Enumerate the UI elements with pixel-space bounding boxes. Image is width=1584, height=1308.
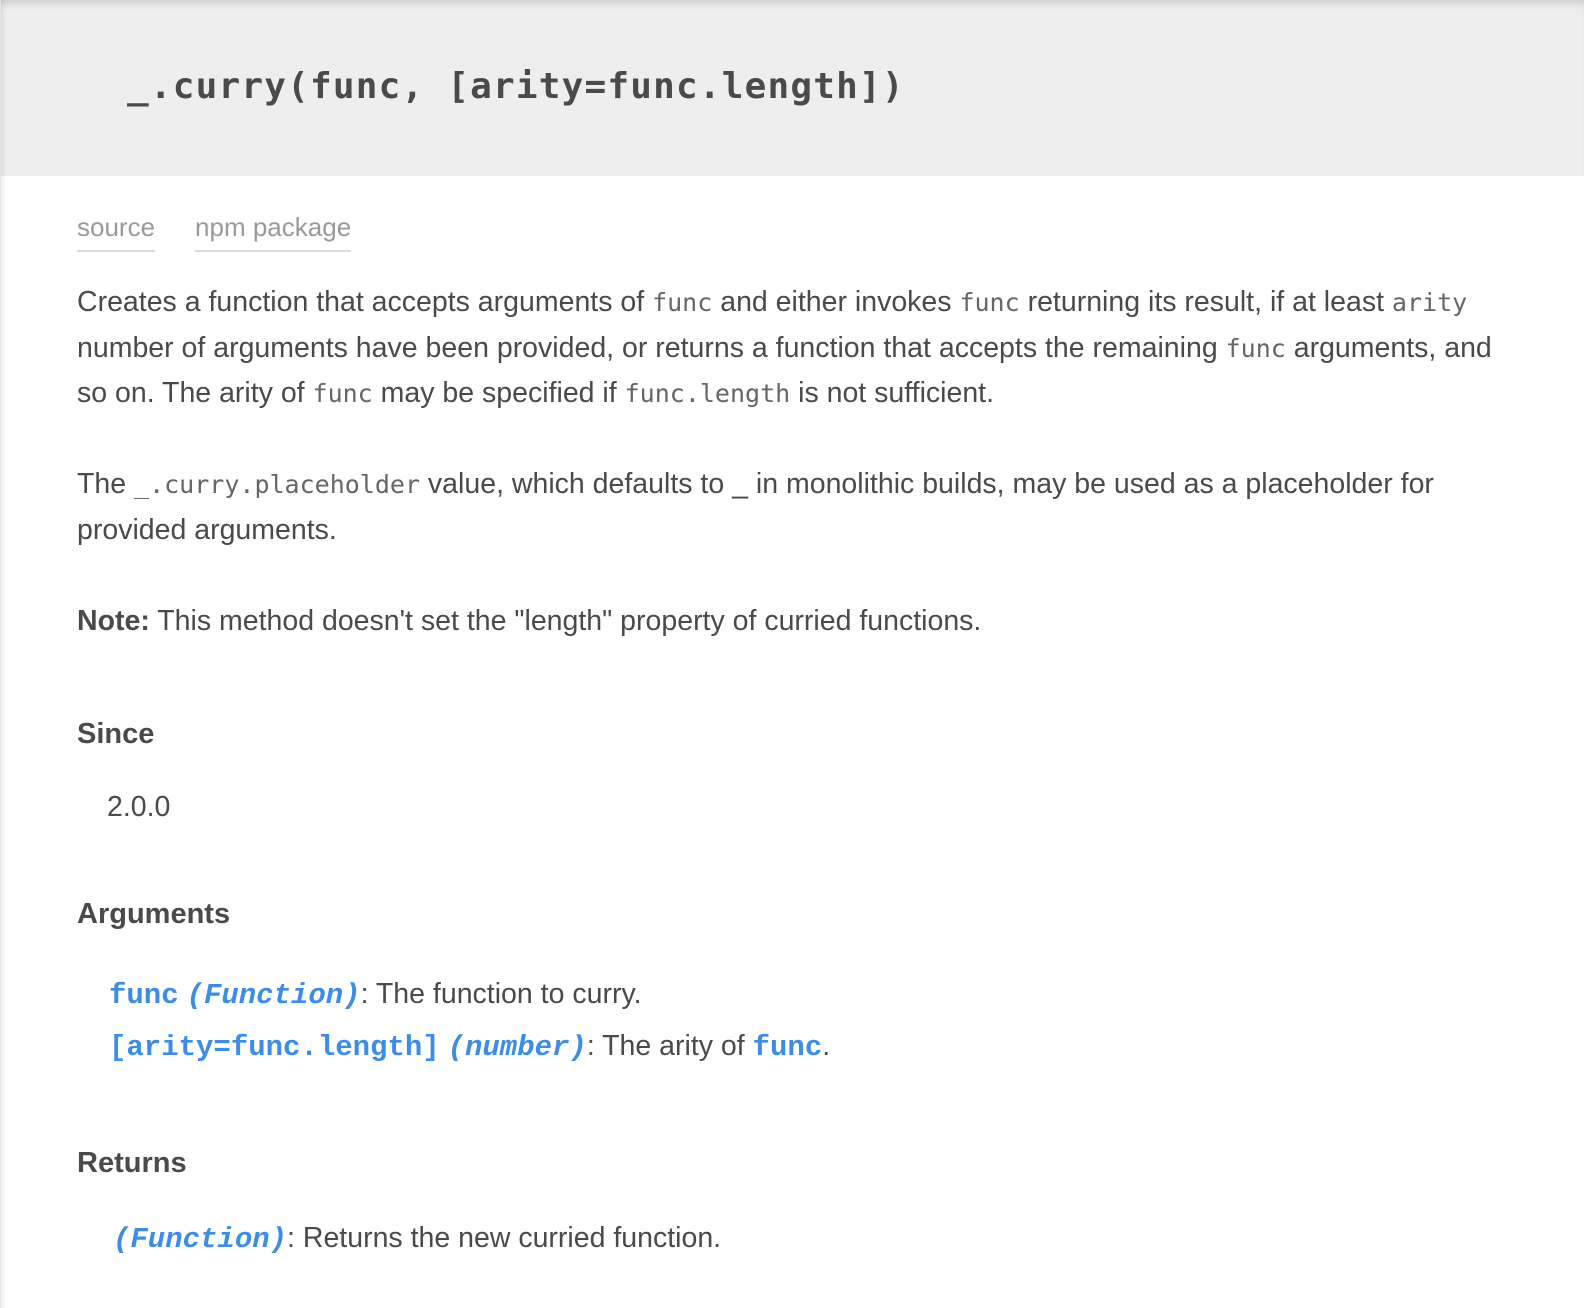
inline-code: func: [652, 288, 713, 317]
note-paragraph: Note: This method doesn't set the "lengt…: [77, 599, 1497, 645]
argument-type: (number): [447, 1031, 587, 1064]
description-text: returning its result, if at least: [1019, 286, 1392, 318]
method-links: source npm package: [77, 212, 1497, 256]
description-text: may be specified if: [372, 377, 625, 409]
description-paragraph: Creates a function that accepts argument…: [77, 280, 1497, 417]
returns-type: (Function): [113, 1223, 288, 1256]
returns-description: Returns the new curried function.: [294, 1222, 722, 1254]
returns-heading: Returns: [77, 1147, 187, 1179]
doc-panel: _.curry(func, [arity=func.length]) sourc…: [0, 0, 1584, 1308]
method-header: _.curry(func, [arity=func.length]): [1, 0, 1584, 176]
argument-end: .: [822, 1030, 831, 1062]
arguments-heading: Arguments: [77, 898, 231, 930]
since-version: 2.0.0: [107, 791, 171, 823]
method-description: Creates a function that accepts argument…: [77, 280, 1497, 644]
argument-reference: func: [752, 1031, 823, 1064]
method-body: source npm package Creates a function th…: [1, 176, 1497, 1256]
argument-name: func: [109, 979, 179, 1012]
arguments-list: func (Function): The function to curry. …: [109, 969, 1497, 1073]
argument-item: func (Function): The function to curry.: [109, 969, 1497, 1021]
argument-description: The function to curry.: [368, 978, 642, 1010]
source-link[interactable]: source: [77, 212, 156, 252]
argument-separator: :: [360, 978, 369, 1010]
inline-code: _.curry.placeholder: [134, 470, 421, 499]
description-text: and either invokes: [712, 286, 960, 318]
argument-name: [arity=func.length]: [109, 1031, 440, 1064]
description-text: Creates a function that accepts argument…: [77, 286, 653, 318]
inline-code: func: [312, 379, 373, 408]
description-text: is not sufficient.: [790, 377, 995, 409]
inline-code: func: [1225, 333, 1286, 363]
returns-separator: :: [287, 1222, 295, 1254]
placeholder-paragraph: The _.curry.placeholder value, which def…: [77, 462, 1497, 553]
method-signature: _.curry(func, [arity=func.length]): [127, 66, 905, 107]
since-heading: Since: [77, 718, 155, 750]
description-text: number of arguments have been provided, …: [77, 331, 1226, 364]
argument-item: [arity=func.length] (number): The arity …: [109, 1021, 1497, 1073]
argument-description: The arity of: [594, 1030, 753, 1062]
inline-code: func: [959, 288, 1020, 317]
note-label: Note:: [77, 604, 150, 637]
inline-code: arity: [1391, 288, 1468, 317]
argument-separator: :: [586, 1030, 595, 1062]
description-text: The: [77, 468, 135, 500]
returns-line: (Function): Returns the new curried func…: [113, 1222, 1497, 1256]
inline-code: func.length: [624, 379, 791, 408]
npm-package-link[interactable]: npm package: [195, 212, 352, 252]
note-text: This method doesn't set the "length" pro…: [149, 604, 982, 637]
argument-type: (Function): [186, 979, 361, 1012]
